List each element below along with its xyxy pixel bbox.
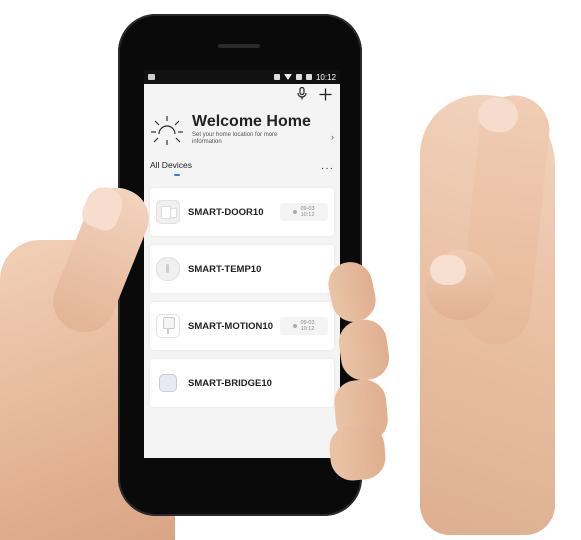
screen-bottom (144, 438, 340, 458)
chevron-right-icon[interactable]: › (331, 132, 334, 142)
welcome-subtitle: Set your home location for more informat… (192, 131, 278, 145)
device-name: SMART-TEMP10 (188, 263, 262, 275)
device-list: SMART-DOOR10 09-03 10:12 SMART-TEMP10 SM… (144, 176, 340, 407)
alert-icon (293, 324, 298, 328)
devices-section-header: All Devices ··· (144, 152, 340, 176)
mic-icon[interactable] (297, 86, 307, 103)
status-time: 10:12 (315, 72, 336, 82)
status-badge: 09-03 10:12 (280, 203, 328, 221)
more-options-icon[interactable]: ··· (321, 163, 334, 174)
badge-time: 10:12 (300, 326, 315, 332)
vibrate-icon (273, 74, 280, 80)
device-name: SMART-MOTION10 (188, 320, 273, 332)
device-card-motion[interactable]: SMART-MOTION10 09-03 10:12 (150, 302, 334, 350)
device-card-temp[interactable]: SMART-TEMP10 (150, 245, 334, 293)
wifi-icon (283, 74, 292, 80)
status-badge: 09-03 10:12 (280, 317, 328, 335)
section-title[interactable]: All Devices (150, 160, 192, 170)
bridge-hub-icon (159, 374, 177, 392)
battery-icon (305, 74, 312, 80)
device-card-bridge[interactable]: SMART-BRIDGE10 (150, 359, 334, 407)
alert-icon (293, 210, 298, 214)
left-finger-4 (327, 422, 388, 483)
welcome-banner[interactable]: Welcome Home Set your home location for … (144, 106, 340, 152)
temperature-sensor-icon (156, 257, 180, 281)
plus-icon[interactable] (319, 87, 332, 104)
smartphone: 10:12 Welcome Home Set your home locatio… (118, 14, 362, 516)
earpiece-speaker (218, 44, 260, 48)
signal-icon (295, 74, 302, 80)
phone-screen: 10:12 Welcome Home Set your home locatio… (144, 70, 340, 458)
status-bar: 10:12 (144, 70, 340, 84)
notification-icon (148, 74, 155, 80)
device-name: SMART-DOOR10 (188, 206, 264, 218)
right-curled-fingernail (430, 255, 466, 285)
welcome-title: Welcome Home (192, 112, 311, 130)
motion-sensor-icon (156, 314, 180, 338)
door-sensor-icon (156, 200, 180, 224)
device-name: SMART-BRIDGE10 (188, 377, 272, 389)
badge-time: 10:12 (300, 212, 315, 218)
device-card-door[interactable]: SMART-DOOR10 09-03 10:12 (150, 188, 334, 236)
sun-icon (150, 112, 184, 146)
app-header (144, 84, 340, 106)
tab-indicator (174, 174, 180, 176)
